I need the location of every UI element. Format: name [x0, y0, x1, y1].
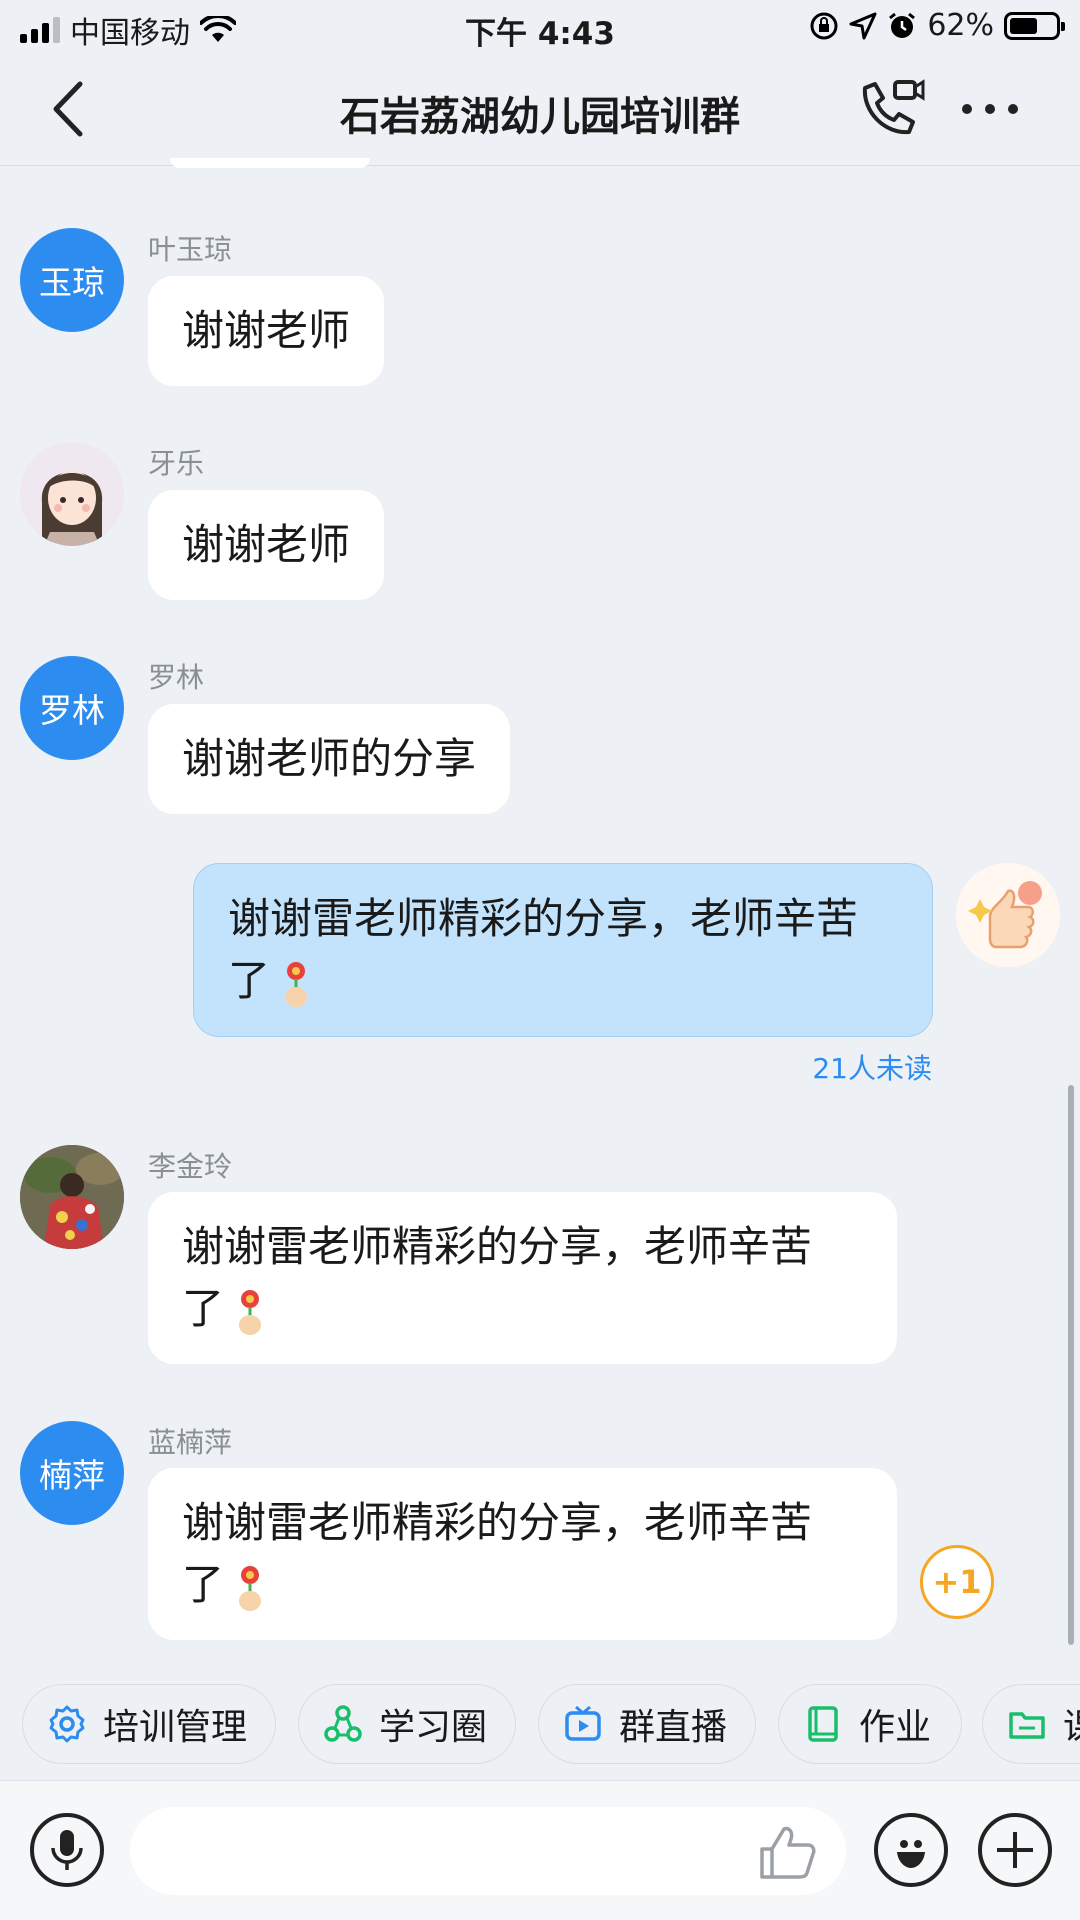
chat-screen: 中国移动 下午 4:43 62% 石岩荔湖幼儿园培训群 玉琼 叶玉琼 谢谢老师 … — [0, 0, 1080, 1920]
message-line: 谢谢雷老师精彩的分享，老师辛苦 — [228, 894, 859, 943]
thumbs-up-icon[interactable] — [758, 1823, 818, 1881]
avatar[interactable]: 楠萍 — [20, 1421, 124, 1525]
sender-name: 叶玉琼 — [148, 233, 233, 266]
plus-one-button[interactable]: +1 — [920, 1545, 994, 1619]
chip-learning-circle[interactable]: 学习圈 — [298, 1684, 516, 1764]
microphone-icon — [51, 1830, 83, 1870]
more-icon[interactable] — [955, 86, 1025, 132]
message-text: 了 — [182, 1560, 225, 1609]
plus-icon — [997, 1832, 1033, 1868]
chip-label: 学习圈 — [379, 1707, 488, 1748]
folder-icon — [1009, 1712, 1045, 1739]
sender-name: 蓝楠萍 — [148, 1426, 233, 1459]
status-bar: 中国移动 下午 4:43 62% — [0, 0, 1080, 56]
voice-button[interactable] — [30, 1813, 104, 1887]
flower-emoji-icon — [239, 1565, 262, 1611]
photo-avatar-icon — [20, 1145, 124, 1249]
sender-name: 罗林 — [148, 661, 205, 694]
smiley-icon — [897, 1840, 925, 1868]
message-line: 谢谢雷老师精彩的分享，老师辛苦 — [182, 1498, 813, 1547]
alarm-icon — [889, 12, 916, 38]
rotation-lock-icon — [810, 12, 838, 39]
book-icon — [808, 1706, 838, 1742]
message-line: 谢谢雷老师精彩的分享，老师辛苦 — [182, 1222, 813, 1271]
avatar[interactable]: 玉琼 — [20, 228, 124, 332]
chip-label: 作业 — [859, 1707, 932, 1748]
avatar[interactable] — [20, 1145, 124, 1249]
chip-homework[interactable]: 作业 — [778, 1684, 962, 1764]
own-avatar[interactable] — [956, 863, 1060, 967]
message-text: 了 — [228, 956, 271, 1005]
sender-name: 牙乐 — [148, 447, 205, 480]
message-line: 了 — [182, 1278, 863, 1340]
message-line: 了 — [182, 1554, 863, 1616]
chip-label: 课 — [1063, 1698, 1080, 1750]
video-call-icon[interactable] — [855, 76, 927, 142]
message-bubble[interactable]: 谢谢雷老师精彩的分享，老师辛苦 了 — [148, 1468, 897, 1640]
input-bar — [0, 1780, 1080, 1920]
previous-message-edge — [170, 158, 370, 168]
chip-training-management[interactable]: 培训管理 — [22, 1684, 276, 1764]
message-line: 了 — [228, 950, 898, 1012]
add-button[interactable] — [978, 1813, 1052, 1887]
message-text: 了 — [182, 1284, 225, 1333]
message-bubble[interactable]: 谢谢雷老师精彩的分享，老师辛苦 了 — [148, 1192, 897, 1364]
network-icon — [324, 1705, 362, 1742]
message-input[interactable] — [130, 1807, 846, 1895]
avatar[interactable]: 罗林 — [20, 656, 124, 760]
chip-label: 培训管理 — [103, 1707, 248, 1748]
status-right: 62% — [809, 8, 1065, 43]
quick-actions-bar: 培训管理 学习圈 群直播 作业 — [0, 1680, 1080, 1770]
avatar[interactable] — [20, 442, 124, 546]
message-bubble[interactable]: 谢谢老师 — [148, 490, 385, 600]
emoji-button[interactable] — [874, 1813, 948, 1887]
own-message-bubble[interactable]: 谢谢雷老师精彩的分享，老师辛苦 了 — [193, 863, 933, 1037]
chip-group-live[interactable]: 群直播 — [538, 1684, 756, 1764]
flower-emoji-icon — [285, 961, 308, 1007]
message-bubble[interactable]: 谢谢老师的分享 — [148, 704, 511, 814]
battery-icon — [1004, 11, 1065, 40]
thumbs-up-icon — [956, 863, 1060, 967]
gear-icon — [49, 1705, 85, 1743]
sender-name: 李金玲 — [148, 1150, 233, 1183]
unread-count[interactable]: 21人未读 — [812, 1047, 932, 1087]
battery-percent: 62% — [927, 8, 994, 43]
message-bubble[interactable]: 谢谢老师 — [148, 276, 385, 386]
flower-emoji-icon — [239, 1289, 262, 1335]
tv-icon — [565, 1705, 601, 1741]
chip-label: 群直播 — [619, 1707, 728, 1748]
scrollbar[interactable] — [1068, 1085, 1074, 1645]
chip-course[interactable]: 课 — [982, 1684, 1080, 1764]
girl-avatar-icon — [20, 442, 124, 546]
nav-bar: 石岩荔湖幼儿园培训群 — [0, 56, 1080, 166]
location-icon — [849, 12, 877, 39]
